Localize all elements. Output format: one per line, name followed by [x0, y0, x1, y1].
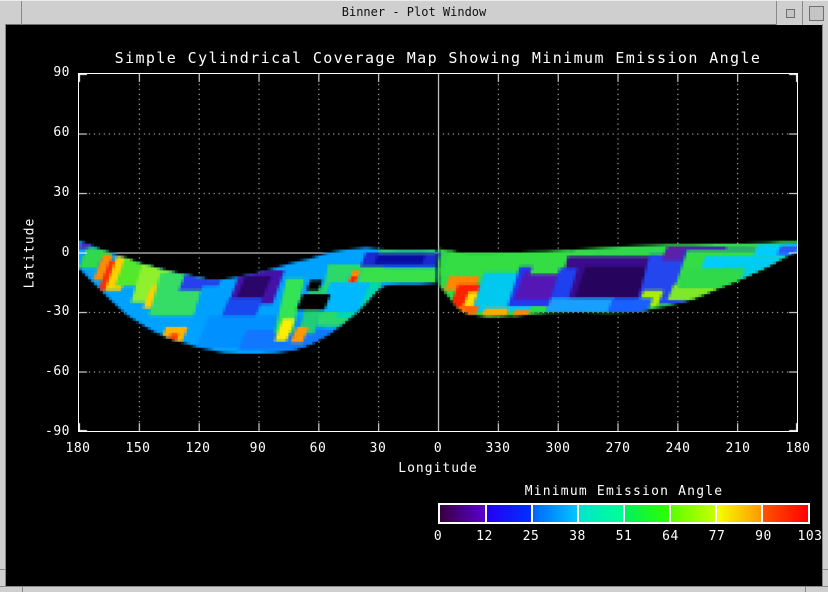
x-tick-label: 180 [786, 441, 811, 456]
x-tick-label: 240 [666, 441, 691, 456]
chart-title: Simple Cylindrical Coverage Map Showing … [115, 49, 762, 67]
maximize-button[interactable] [802, 1, 828, 25]
minimize-icon [786, 9, 795, 18]
y-tick-label: -60 [24, 364, 70, 379]
resize-notch [823, 569, 828, 570]
window-resize-edge-left[interactable] [0, 24, 6, 592]
colorbar-tick-label: 64 [662, 529, 679, 544]
resize-notch [0, 569, 6, 570]
resize-notch [22, 587, 23, 592]
y-tick-label: 30 [24, 185, 70, 200]
x-tick-label: 330 [486, 441, 511, 456]
x-tick-label: 0 [434, 441, 442, 456]
window-titlebar[interactable]: Binner - Plot Window [0, 0, 828, 25]
colorbar-separator [531, 505, 533, 522]
colorbar-separator [485, 505, 487, 522]
maximize-icon [809, 6, 824, 21]
window-resize-edge-bottom[interactable] [0, 586, 828, 592]
colorbar-tick-label: 77 [709, 529, 726, 544]
window-title: Binner - Plot Window [0, 5, 828, 19]
x-tick-label: 270 [606, 441, 631, 456]
plot-window: Simple Cylindrical Coverage Map Showing … [0, 0, 828, 592]
window-resize-edge-right[interactable] [822, 24, 828, 592]
y-tick-label: -30 [24, 304, 70, 319]
x-tick-label: 90 [250, 441, 267, 456]
y-tick-label: 60 [24, 125, 70, 140]
y-tick-label: 90 [24, 65, 70, 80]
y-axis-label: Latitude [23, 218, 38, 289]
x-tick-label: 30 [370, 441, 387, 456]
colorbar [438, 503, 810, 524]
minimize-button[interactable] [776, 1, 802, 25]
colorbar-tick-label: 103 [798, 529, 823, 544]
x-axis-label: Longitude [398, 461, 477, 476]
x-tick-label: 210 [726, 441, 751, 456]
x-tick-label: 180 [66, 441, 91, 456]
colorbar-tick-label: 0 [434, 529, 442, 544]
colorbar-tick-label: 90 [755, 529, 772, 544]
colorbar-title: Minimum Emission Angle [525, 484, 724, 499]
x-tick-label: 150 [126, 441, 151, 456]
colorbar-tick-label: 51 [616, 529, 633, 544]
colorbar-separator [761, 505, 763, 522]
colorbar-separator [715, 505, 717, 522]
colorbar-separator [623, 505, 625, 522]
colorbar-separator [577, 505, 579, 522]
colorbar-tick-label: 38 [569, 529, 586, 544]
colorbar-tick-label: 12 [476, 529, 493, 544]
resize-notch [805, 587, 806, 592]
x-tick-label: 60 [310, 441, 327, 456]
plot-axes-box [78, 73, 798, 432]
colorbar-tick-label: 25 [523, 529, 540, 544]
y-tick-label: -90 [24, 424, 70, 439]
x-tick-label: 300 [546, 441, 571, 456]
x-tick-label: 120 [186, 441, 211, 456]
coverage-map-canvas [79, 74, 797, 431]
colorbar-separator [669, 505, 671, 522]
